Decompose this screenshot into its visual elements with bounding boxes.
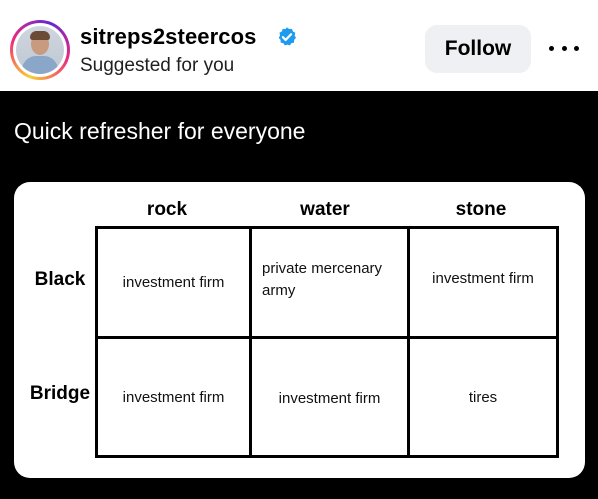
more-options-icon[interactable] <box>549 36 579 60</box>
table-cell: investment firm <box>98 339 249 455</box>
cell-text: private mercenary army <box>262 259 383 299</box>
column-header-water: water <box>300 199 350 220</box>
table-cell: private mercenary army <box>262 229 402 336</box>
username[interactable]: sitreps2steercos <box>80 24 256 50</box>
row-header-bridge: Bridge <box>29 383 91 404</box>
table-cell: investment firm <box>252 339 407 457</box>
cell-text: investment firm <box>278 389 381 407</box>
table-cell: tires <box>410 339 556 455</box>
post-image[interactable]: rock water stone Black Bridge investment… <box>14 182 585 478</box>
post-body: Quick refresher for everyone rock water … <box>0 91 598 499</box>
cell-text: investment firm <box>432 270 534 287</box>
follow-button[interactable]: Follow <box>425 25 531 73</box>
cell-text: investment firm <box>122 274 225 291</box>
post-header: sitreps2steercos Suggested for you Follo… <box>0 0 598 91</box>
avatar[interactable] <box>10 20 70 80</box>
table-cell: investment firm <box>98 229 249 336</box>
row-header-black: Black <box>34 269 86 290</box>
grid-table: investment firm private mercenary army i… <box>95 226 559 458</box>
verified-badge-icon <box>278 27 296 46</box>
cell-text: investment firm <box>122 388 225 406</box>
column-header-rock: rock <box>146 199 188 220</box>
avatar-photo <box>16 26 64 74</box>
column-header-stone: stone <box>455 199 507 220</box>
avatar-ring-gap <box>13 23 67 77</box>
cell-text: tires <box>468 388 498 406</box>
table-cell: investment firm <box>410 229 556 336</box>
post-caption: Quick refresher for everyone <box>14 118 306 144</box>
suggested-label: Suggested for you <box>80 55 235 76</box>
